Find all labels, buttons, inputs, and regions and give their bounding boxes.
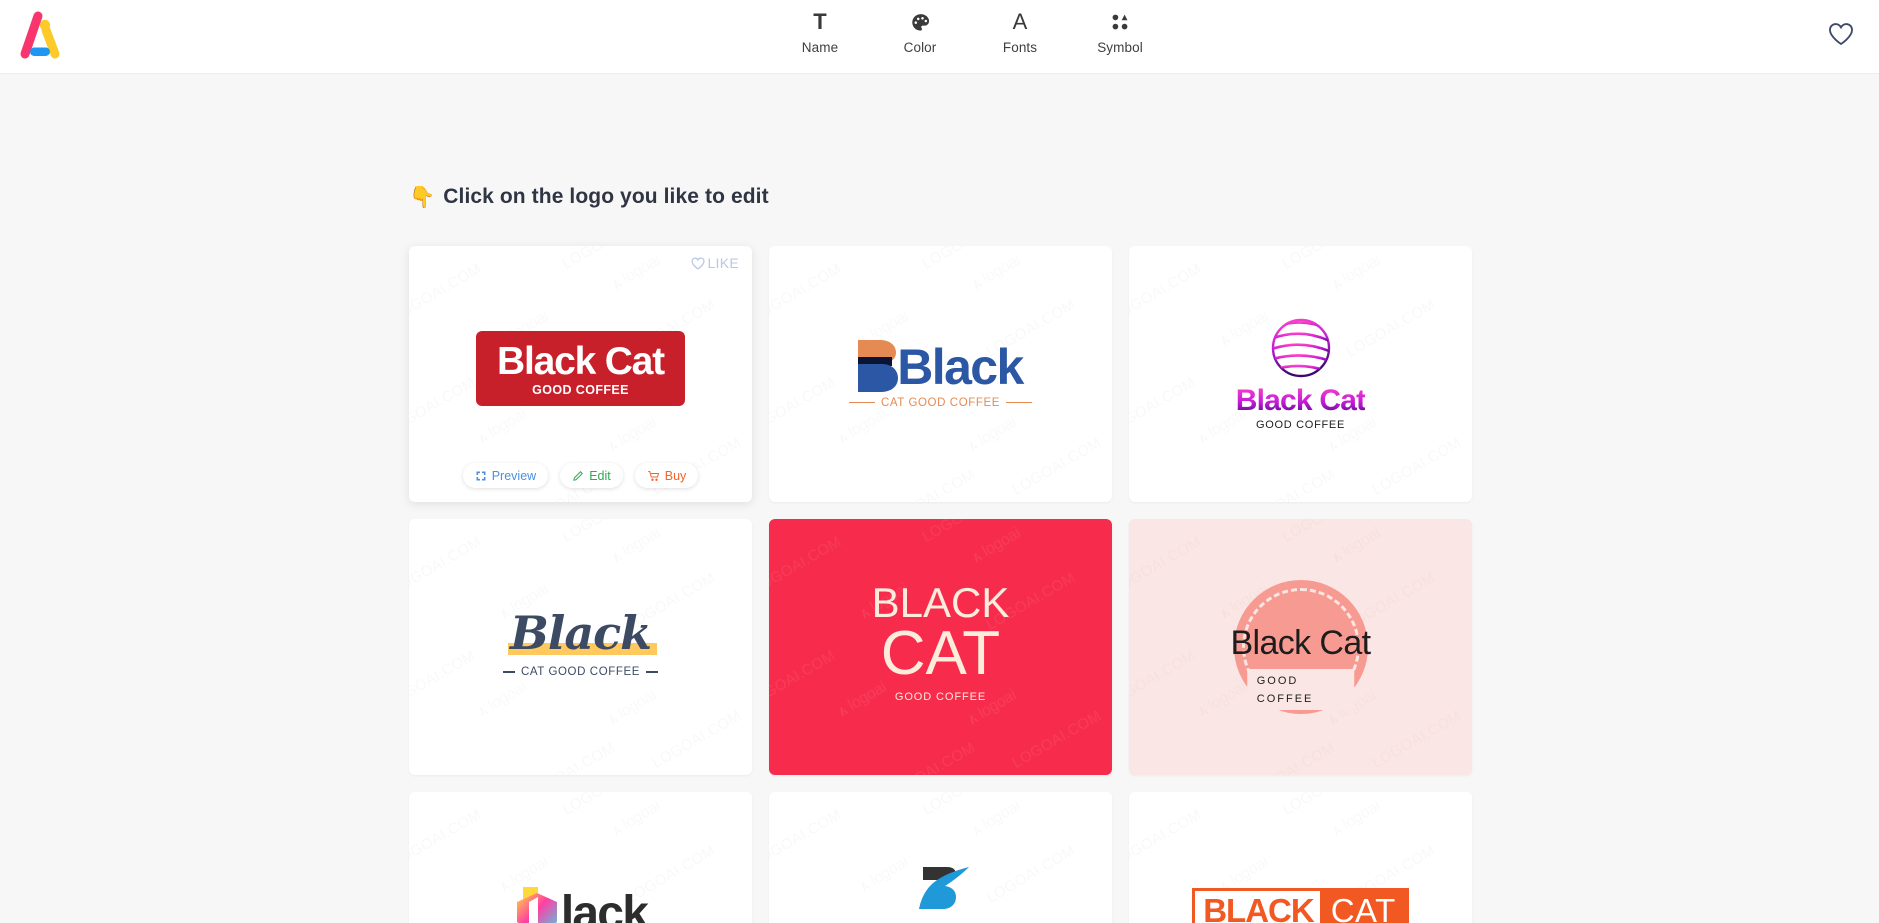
logo-tagline: GOOD COFFEE — [1256, 675, 1314, 705]
logo-tagline: CAT GOOD COFFEE — [880, 396, 1001, 409]
logo-mark-hex-b: lack CAT GOOD COFFEE — [514, 884, 649, 923]
cart-icon — [647, 470, 659, 481]
logo-card-orange-box[interactable]: LOGOAI.COM LOGOAI.COM LOGOAI.COM LOGOAI.… — [1129, 792, 1472, 923]
favorites-heart-icon[interactable] — [1828, 22, 1854, 51]
logo-mark-dashed-circle: Black Cat GOOD COFFEE — [1193, 557, 1408, 737]
logo-name-line2: CAT — [880, 619, 1001, 688]
letter-A-icon: A — [1012, 9, 1028, 34]
logo-mark-orange-box: BLACK CAT GOOD COFFEE — [1192, 888, 1409, 923]
logo-card-red-plate[interactable]: LOGOAI.COM LOGOAI.COM LOGOAI.COM LOGOAI.… — [409, 246, 752, 502]
edit-button[interactable]: Edit — [560, 463, 623, 488]
nav-item-symbol[interactable]: Symbol — [1070, 6, 1170, 55]
nav-item-name[interactable]: T Name — [770, 6, 870, 56]
logo-preview: Black Cat GOOD COFFEE — [769, 792, 1112, 923]
header-nav: T Name Color A Fonts Symbol — [770, 6, 1170, 56]
page-title-text: Click on the logo you like to edit — [443, 185, 769, 208]
buy-label: Buy — [664, 468, 687, 483]
logo-tagline-row: CAT GOOD COFFEE — [848, 396, 1033, 409]
logo-name-part-a: BLACK — [1195, 891, 1323, 923]
logo-tagline: GOOD COFFEE — [532, 382, 629, 397]
logo-preview: BLACK CAT GOOD COFFEE — [769, 519, 1112, 775]
logo-name: Black — [897, 338, 1024, 395]
hexagon-b-icon — [516, 886, 557, 923]
logoai-triangle-logo[interactable] — [14, 10, 70, 62]
logo-mark-red-plate: Black Cat GOOD COFFEE — [476, 330, 685, 406]
logo-name: lack — [560, 886, 649, 923]
logo-preview: BLACK CAT GOOD COFFEE — [1129, 792, 1472, 923]
logo-tagline: GOOD COFFEE — [894, 691, 987, 703]
logo-name: Black Cat — [497, 339, 665, 383]
logo-preview: Black Cat GOOD COFFEE — [1129, 519, 1472, 775]
logo-card-hex-b[interactable]: LOGOAI.COM LOGOAI.COM LOGOAI.COM LOGOAI.… — [409, 792, 752, 923]
rule-left — [848, 401, 875, 404]
swoosh-b-icon — [919, 867, 970, 909]
nav-item-fonts[interactable]: A Fonts — [970, 6, 1070, 56]
nav-item-color[interactable]: Color — [870, 6, 970, 55]
logo-mark-swoosh-b: Black Cat GOOD COFFEE — [845, 863, 1036, 923]
logo-card-dashed-circle[interactable]: LOGOAI.COM LOGOAI.COM LOGOAI.COM LOGOAI.… — [1129, 519, 1472, 775]
app-header: T Name Color A Fonts Symbol — [0, 0, 1879, 74]
preview-button[interactable]: Preview — [462, 463, 549, 488]
logo-preview: Black CAT GOOD COFFEE — [769, 246, 1112, 502]
pointing-down-emoji-icon: 👇 — [409, 185, 436, 209]
nav-label-color: Color — [903, 40, 937, 55]
logo-mark-script-black: Black CAT GOOD COFFEE — [502, 606, 659, 678]
nav-label-name: Name — [801, 40, 839, 55]
main-content: 👇 Click on the logo you like to edit LOG… — [0, 74, 1879, 923]
logo-name: Black — [509, 606, 652, 660]
logo-card-swoosh-b[interactable]: LOGOAI.COM LOGOAI.COM LOGOAI.COM LOGOAI.… — [769, 792, 1112, 923]
rule-right — [1006, 401, 1033, 404]
logo-grid: LOGOAI.COM LOGOAI.COM LOGOAI.COM LOGOAI.… — [409, 246, 1473, 923]
buy-button[interactable]: Buy — [634, 463, 699, 488]
card-action-bar: Preview Edit Buy — [409, 463, 752, 488]
letter-b-mark-icon — [858, 339, 899, 392]
logo-tagline-plate: GOOD COFFEE — [1246, 669, 1355, 710]
pencil-icon — [573, 470, 584, 481]
logo-name: Black Cat — [853, 919, 1029, 923]
rule-left — [502, 671, 515, 673]
text-T-icon: T — [813, 9, 827, 34]
edit-label: Edit — [589, 468, 611, 483]
logo-mark-blue-b: Black CAT GOOD COFFEE — [848, 338, 1033, 409]
shapes-grid-icon — [1110, 10, 1130, 34]
striped-globe-icon — [1271, 318, 1330, 378]
logo-card-script-black[interactable]: LOGOAI.COM LOGOAI.COM LOGOAI.COM LOGOAI.… — [409, 519, 752, 775]
logo-name: Black Cat — [1235, 384, 1366, 417]
brand-logo-svg — [20, 11, 60, 59]
like-label: LIKE — [707, 255, 739, 271]
palette-icon — [910, 10, 931, 34]
logo-mark-red-fill: BLACK CAT GOOD COFFEE — [871, 579, 1010, 704]
logo-tagline: CAT GOOD COFFEE — [520, 666, 641, 678]
nav-label-symbol: Symbol — [1097, 40, 1143, 55]
logo-preview: Black Cat GOOD COFFEE — [1129, 246, 1472, 502]
page-title: 👇 Click on the logo you like to edit — [409, 185, 769, 209]
rule-right — [646, 671, 659, 673]
logo-tagline: GOOD COFFEE — [1256, 419, 1345, 431]
heart-outline-icon — [691, 256, 706, 270]
logo-card-red-fill[interactable]: LOGOAI.COM LOGOAI.COM LOGOAI.COM LOGOAI.… — [769, 519, 1112, 775]
expand-icon — [476, 471, 486, 480]
logo-name-line1: BLACK — [871, 579, 1010, 626]
nav-label-fonts: Fonts — [1002, 40, 1038, 55]
logo-mark-gradient-globe: Black Cat GOOD COFFEE — [1236, 317, 1366, 431]
logo-card-blue-b[interactable]: LOGOAI.COM LOGOAI.COM LOGOAI.COM LOGOAI.… — [769, 246, 1112, 502]
logo-name: Black Cat — [1230, 624, 1371, 662]
logo-card-gradient-globe[interactable]: LOGOAI.COM LOGOAI.COM LOGOAI.COM LOGOAI.… — [1129, 246, 1472, 502]
logo-preview: lack CAT GOOD COFFEE — [409, 792, 752, 923]
logo-name-part-b: CAT — [1322, 891, 1406, 923]
like-button[interactable]: LIKE — [691, 255, 739, 271]
logo-tagline-row: CAT GOOD COFFEE — [502, 666, 659, 678]
logo-preview: Black CAT GOOD COFFEE — [409, 519, 752, 775]
preview-label: Preview — [491, 468, 537, 483]
